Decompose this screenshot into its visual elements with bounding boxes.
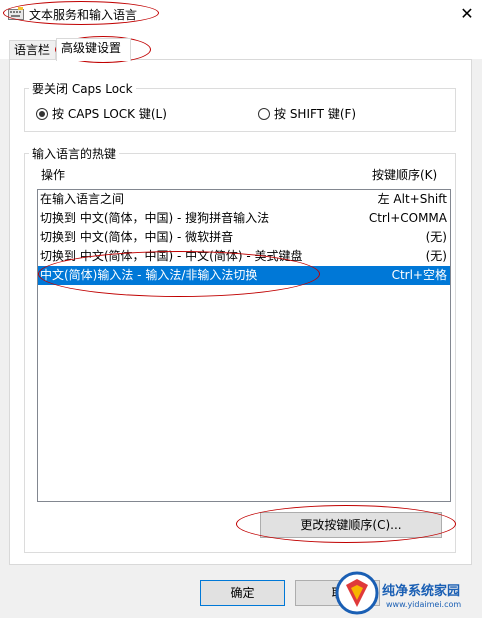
hotkey-keys: (无) bbox=[425, 230, 447, 244]
caps-lock-key-radio[interactable]: 按 CAPS LOCK 键(L) bbox=[36, 105, 167, 122]
hotkey-keys: Ctrl+空格 bbox=[391, 268, 447, 282]
watermark-logo: 纯净系统家园 www.yidaimei.com bbox=[330, 566, 480, 618]
shift-key-label: 按 SHIFT 键(F) bbox=[274, 107, 357, 121]
close-icon[interactable]: ✕ bbox=[456, 4, 478, 24]
action-column-header: 操作 bbox=[41, 168, 66, 182]
tab-language-bar[interactable]: 语言栏 bbox=[9, 40, 56, 60]
hotkey-action: 切换到 中文(简体，中国) - 搜狗拼音输入法 bbox=[40, 211, 270, 225]
keyboard-app-icon bbox=[8, 7, 24, 20]
caps-lock-key-label: 按 CAPS LOCK 键(L) bbox=[52, 107, 167, 121]
hotkeys-group-label: 输入语言的热键 bbox=[29, 145, 120, 162]
ok-button-label: 确定 bbox=[230, 586, 255, 600]
list-item[interactable]: 切换到 中文(简体，中国) - 微软拼音 (无) bbox=[38, 228, 450, 247]
window-title: 文本服务和输入语言 bbox=[29, 8, 138, 22]
list-item[interactable]: 切换到 中文(简体，中国) - 搜狗拼音输入法 Ctrl+COMMA bbox=[38, 209, 450, 228]
tab-label: 高级键设置 bbox=[61, 41, 122, 55]
hotkey-keys: 左 Alt+Shift bbox=[377, 192, 447, 206]
keys-column-header: 按键顺序(K) bbox=[372, 168, 438, 182]
title-bar: 文本服务和输入语言 ✕ bbox=[0, 0, 482, 28]
hotkey-keys: (无) bbox=[425, 249, 447, 263]
watermark-shield-icon bbox=[335, 571, 379, 615]
hotkey-list[interactable]: 在输入语言之间 左 Alt+Shift 切换到 中文(简体，中国) - 搜狗拼音… bbox=[37, 189, 451, 502]
tab-strip: 语言栏 高级键设置 bbox=[0, 38, 482, 61]
watermark-url: www.yidaimei.com bbox=[386, 600, 462, 609]
hotkey-action: 切换到 中文(简体，中国) - 中文(简体) - 美式键盘 bbox=[40, 249, 303, 263]
hotkey-action: 在输入语言之间 bbox=[40, 192, 125, 206]
change-key-sequence-label: 更改按键顺序(C)... bbox=[300, 518, 402, 532]
watermark-title: 纯净系统家园 bbox=[382, 584, 461, 599]
list-item-selected[interactable]: 中文(简体)输入法 - 输入法/非输入法切换 Ctrl+空格 bbox=[38, 266, 450, 285]
hotkey-action: 切换到 中文(简体，中国) - 微软拼音 bbox=[40, 230, 234, 244]
change-key-sequence-button[interactable]: 更改按键顺序(C)... bbox=[260, 512, 442, 538]
shift-key-radio[interactable]: 按 SHIFT 键(F) bbox=[258, 105, 356, 122]
list-item[interactable]: 切换到 中文(简体，中国) - 中文(简体) - 美式键盘 (无) bbox=[38, 247, 450, 266]
radio-unchecked-icon bbox=[258, 107, 270, 120]
advanced-key-settings-panel: 要关闭 Caps Lock 按 CAPS LOCK 键(L) 按 SHIFT 键… bbox=[9, 59, 472, 565]
dialog-client-area: 要关闭 Caps Lock 按 CAPS LOCK 键(L) 按 SHIFT 键… bbox=[0, 59, 482, 618]
tab-advanced-key-settings[interactable]: 高级键设置 bbox=[56, 38, 131, 61]
radio-checked-icon bbox=[36, 107, 48, 120]
list-item[interactable]: 在输入语言之间 左 Alt+Shift bbox=[38, 190, 450, 209]
ok-button[interactable]: 确定 bbox=[200, 580, 285, 606]
caps-lock-group-label: 要关闭 Caps Lock bbox=[29, 80, 136, 97]
hotkey-keys: Ctrl+COMMA bbox=[368, 211, 447, 225]
tab-label: 语言栏 bbox=[14, 43, 51, 57]
hotkey-action: 中文(简体)输入法 - 输入法/非输入法切换 bbox=[40, 268, 258, 282]
caps-lock-group: 要关闭 Caps Lock 按 CAPS LOCK 键(L) 按 SHIFT 键… bbox=[24, 80, 456, 132]
